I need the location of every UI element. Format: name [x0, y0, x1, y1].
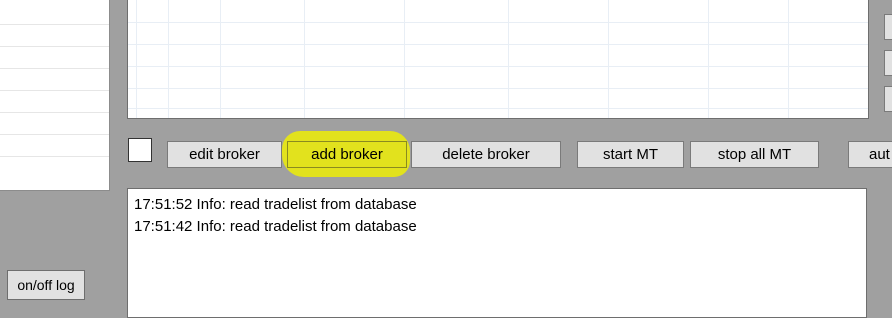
grid-col-line: [168, 0, 169, 118]
grid-col-line: [136, 0, 137, 118]
grid-row-line: [128, 108, 868, 109]
log-line: 17:51:42 Info: read tradelist from datab…: [134, 218, 417, 235]
grid-row-line: [128, 44, 868, 45]
left-list-row[interactable]: [0, 112, 109, 113]
side-button[interactable]: [884, 86, 892, 112]
toggle-log-button[interactable]: on/off log: [7, 270, 85, 300]
side-button[interactable]: [884, 50, 892, 76]
delete-broker-button[interactable]: delete broker: [411, 141, 561, 168]
add-broker-button[interactable]: add broker: [287, 141, 407, 168]
side-button[interactable]: [884, 14, 892, 40]
left-list-panel[interactable]: [0, 0, 110, 191]
auto-button[interactable]: aut: [848, 141, 892, 168]
left-list-row[interactable]: [0, 134, 109, 135]
left-list-row[interactable]: [0, 24, 109, 25]
grid-col-line: [404, 0, 405, 118]
stop-all-mt-button[interactable]: stop all MT: [690, 141, 819, 168]
grid-col-line: [220, 0, 221, 118]
grid-row-line: [128, 88, 868, 89]
grid-row-line: [128, 66, 868, 67]
select-checkbox[interactable]: [128, 138, 152, 162]
broker-grid[interactable]: [127, 0, 869, 119]
left-list-row[interactable]: [0, 68, 109, 69]
grid-col-line: [304, 0, 305, 118]
grid-col-line: [788, 0, 789, 118]
left-list-row[interactable]: [0, 156, 109, 157]
grid-col-line: [708, 0, 709, 118]
left-list-row[interactable]: [0, 90, 109, 91]
grid-row-line: [128, 22, 868, 23]
start-mt-button[interactable]: start MT: [577, 141, 684, 168]
log-line: 17:51:52 Info: read tradelist from datab…: [134, 196, 417, 213]
log-textbox[interactable]: 17:51:52 Info: read tradelist from datab…: [127, 188, 867, 318]
grid-col-line: [608, 0, 609, 118]
grid-col-line: [508, 0, 509, 118]
left-list-row[interactable]: [0, 46, 109, 47]
edit-broker-button[interactable]: edit broker: [167, 141, 282, 168]
